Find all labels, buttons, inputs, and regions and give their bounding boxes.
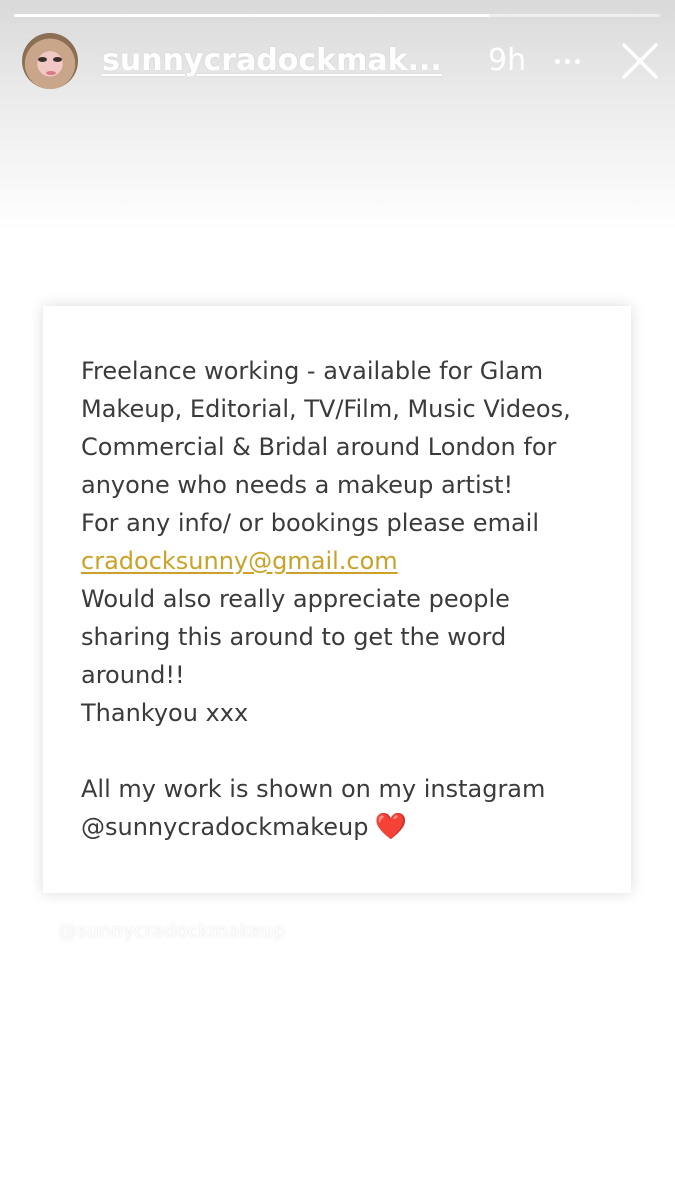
avatar-eye [38, 57, 47, 62]
card-line: around!! [81, 661, 185, 689]
card-line: sharing this around to get the word [81, 623, 507, 651]
story-time: 9h [488, 43, 527, 78]
card-line: Thankyou xxx [81, 699, 249, 727]
card-footer-line: All my work is shown on my instagram [81, 775, 546, 803]
card-line: For any info/ or bookings please email [81, 509, 539, 537]
avatar-lips [46, 71, 56, 75]
card-line: Freelance working - available for Glam [81, 357, 544, 385]
more-options-button[interactable] [546, 40, 590, 80]
story-username[interactable]: sunnycradockmak... [102, 42, 462, 80]
more-dots-icon [565, 59, 570, 64]
send-message-input[interactable] [62, 1126, 546, 1168]
email-link[interactable]: cradocksunny@gmail.com [81, 542, 601, 580]
send-icon [610, 1130, 646, 1160]
send-button[interactable] [606, 1124, 650, 1168]
more-dots-icon [575, 59, 580, 64]
card-line: Makeup, Editorial, TV/Film, Music Videos… [81, 395, 571, 423]
story-header: sunnycradockmak... 9h [0, 28, 675, 94]
avatar-eye [53, 57, 62, 62]
reply-bar [36, 1114, 600, 1180]
story-text-card: Freelance working - available for Glam M… [43, 306, 631, 893]
instagram-handle: @sunnycradockmakeup [81, 813, 369, 841]
close-icon [622, 43, 658, 79]
card-line: anyone who needs a makeup artist! [81, 471, 514, 499]
card-text: Freelance working - available for Glam M… [81, 352, 601, 846]
story-progress-bar [14, 14, 660, 17]
more-dots-icon [555, 59, 560, 64]
mention-sticker[interactable]: @sunnycradockmakeup [58, 920, 286, 942]
heart-emoji: ❤️ [374, 812, 407, 842]
story-progress-fill [14, 14, 489, 17]
avatar[interactable] [22, 33, 78, 89]
card-line: Would also really appreciate people [81, 585, 510, 613]
card-line: Commercial & Bridal around London for [81, 433, 557, 461]
card-footer-handle-line: @sunnycradockmakeup ❤️ [81, 808, 601, 846]
close-button[interactable] [616, 37, 664, 85]
